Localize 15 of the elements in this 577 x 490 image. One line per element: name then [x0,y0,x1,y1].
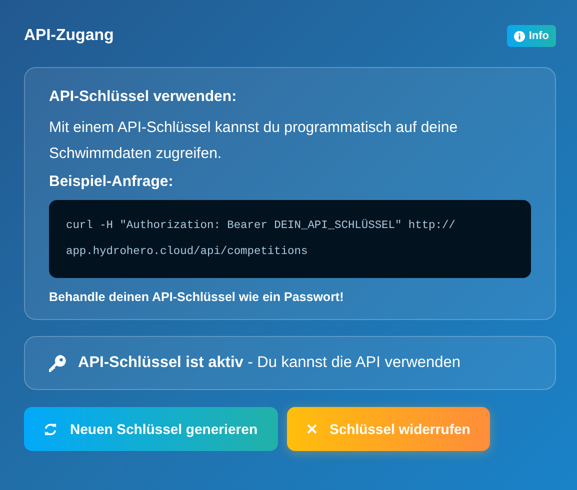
revoke-button[interactable]: Schlüssel widerrufen [286,407,490,451]
key-icon [49,354,66,372]
info-button[interactable]: Info [506,25,556,47]
example-heading: Beispiel-Anfrage: [49,173,174,190]
status-text: API-Schlüssel ist aktiv - Du kannst die API verwenden [78,354,461,372]
code-line: app.hydrohero.cloud/api/competitions [66,244,309,260]
warning-text: Behandle deinen API-Schlüssel wie ein Passwort! [49,290,345,304]
card-heading: API-Schlüssel verwenden: [49,88,238,105]
close-icon [306,424,317,434]
refresh-icon [44,422,57,436]
code-line: curl -H "Authorization: Bearer DEIN_API_SCHLÜSSEL" http:// [66,218,456,234]
generate-button[interactable]: Neuen Schlüssel generieren [24,407,278,451]
description-text: Mit einem API-Schlüssel kannst du programmatisch auf deine Schwimmdaten zugreifen. [49,118,459,164]
info-icon [514,30,525,42]
section-title: API-Zugang [24,27,114,45]
